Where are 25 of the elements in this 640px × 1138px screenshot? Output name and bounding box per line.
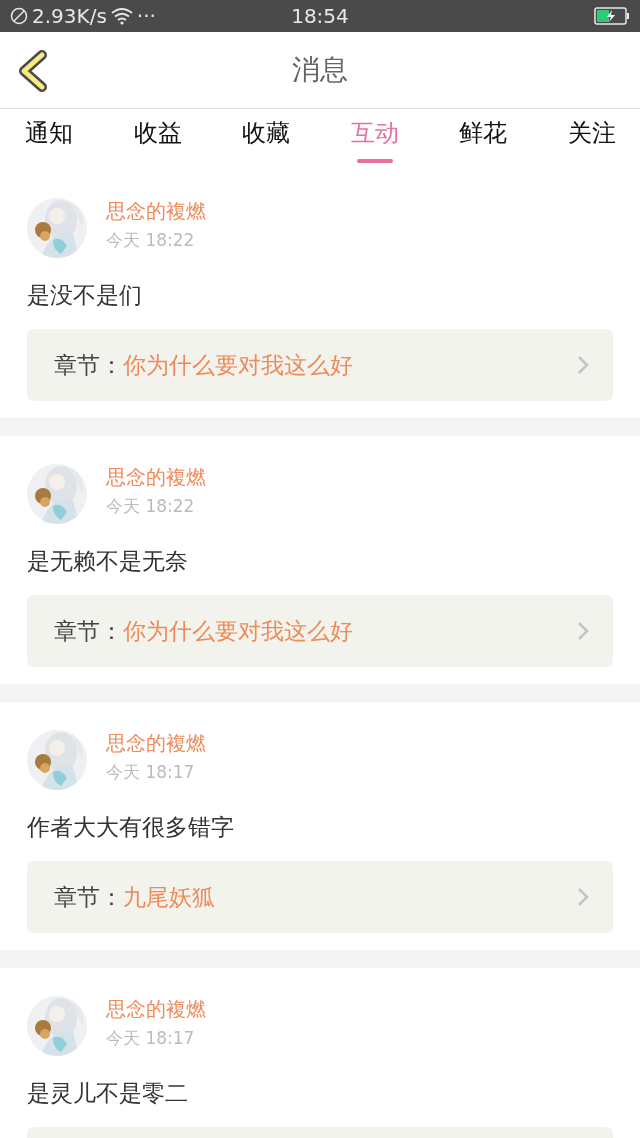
clock: 18:54: [291, 4, 349, 28]
chevron-right-icon: [577, 621, 589, 641]
comment-text: 是没不是们: [27, 281, 143, 310]
tab[interactable]: 通知: [25, 109, 73, 170]
blocked-icon: [10, 7, 28, 25]
message-time: 今天 18:17: [106, 761, 196, 784]
comment-text: 作者大大有很多错字: [27, 813, 235, 842]
wifi-icon: [110, 7, 133, 25]
tab[interactable]: 收藏: [242, 109, 291, 170]
message-time: 今天 18:17: [106, 1027, 196, 1050]
tab[interactable]: 关注: [567, 109, 616, 170]
message-time: 今天 18:22: [106, 229, 196, 252]
chapter-link[interactable]: 章节：你为什么要对我这么好: [27, 329, 613, 401]
chevron-right-icon: [577, 355, 589, 375]
more-indicator: ···: [136, 4, 156, 28]
comment-text: 是灵儿不是零二: [27, 1079, 189, 1108]
message-time: 今天 18:22: [106, 495, 196, 518]
tab[interactable]: 鲜花: [459, 109, 508, 170]
tab[interactable]: 收益: [133, 109, 182, 170]
network-speed: 2.93K/s: [32, 4, 107, 28]
page-title: 消息: [292, 52, 348, 88]
comment-text: 是无赖不是无奈: [27, 547, 189, 576]
chevron-right-icon: [577, 887, 589, 907]
chapter-link[interactable]: 章节：九尾妖狐: [27, 861, 613, 933]
chapter-link[interactable]: 章节：你为什么要对我这么好: [27, 595, 613, 667]
